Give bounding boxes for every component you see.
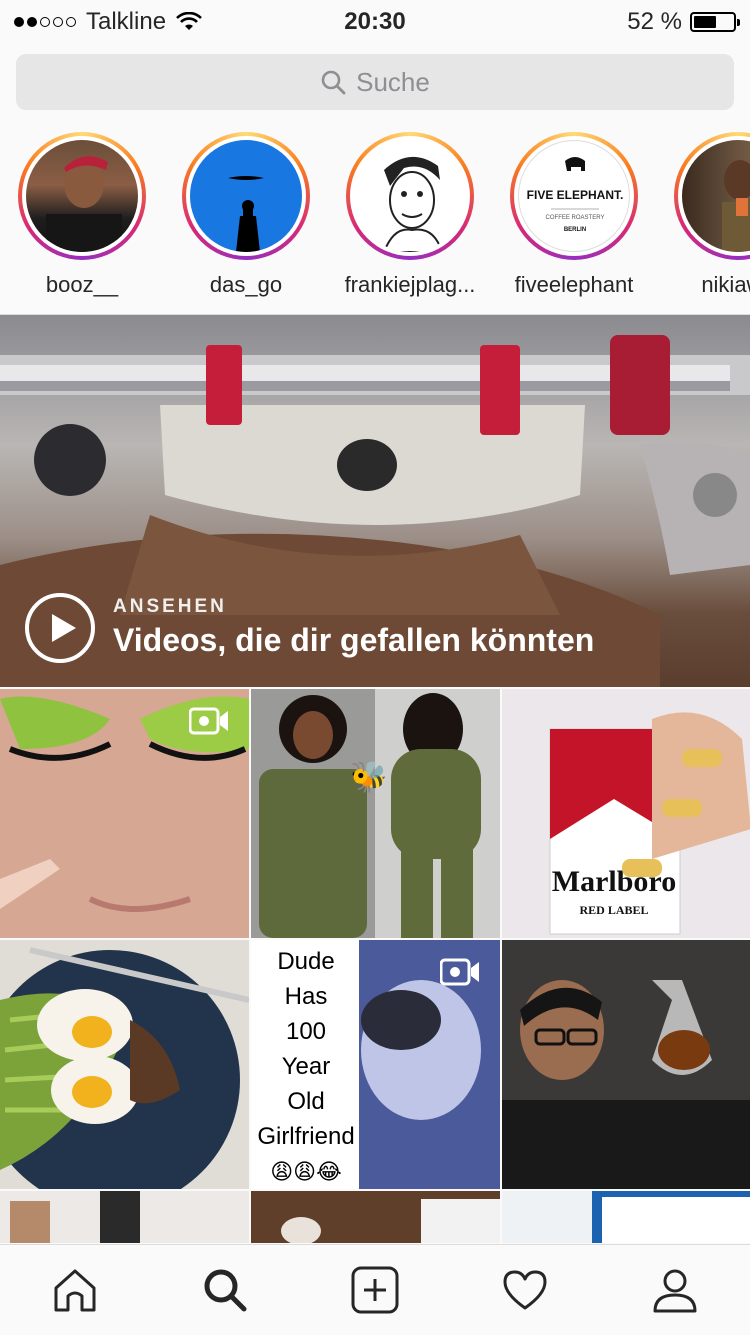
bee-emoji: 🐝 (350, 760, 387, 794)
meme-emoji: 😩😩😂 (270, 1159, 342, 1184)
grid-post[interactable]: 🐝 (251, 689, 500, 938)
video-title: Videos, die dir gefallen könnten (113, 622, 595, 658)
story-nikiawa[interactable]: nikiawa (663, 132, 750, 298)
home-icon (54, 1269, 96, 1312)
story-das-go[interactable]: das_go (171, 132, 321, 298)
grid-post[interactable]: Marlboro RED LABEL (502, 689, 750, 938)
video-banner[interactable]: ANSEHEN Videos, die dir gefallen könnten (0, 315, 750, 687)
video-camera-icon (189, 707, 228, 735)
post-image (502, 1191, 750, 1243)
story-username: nikiawa (701, 272, 750, 297)
post-image (251, 1191, 500, 1243)
status-bar: Talkline 20:30 52 % (0, 0, 750, 42)
elephant-logo: FIVE ELEPHANT. COFFEE ROASTERY BERLIN (527, 157, 624, 233)
profile-icon (653, 1269, 697, 1313)
logo-city: BERLIN (564, 227, 586, 233)
tab-home[interactable] (50, 1265, 100, 1315)
logo-sub: COFFEE ROASTERY (546, 215, 605, 221)
tab-add[interactable] (350, 1265, 400, 1315)
pack-sub: RED LABEL (579, 903, 648, 917)
story-fiveelephant[interactable]: FIVE ELEPHANT. COFFEE ROASTERY BERLIN fi… (499, 132, 649, 298)
avatar (26, 140, 138, 252)
grid-post[interactable] (0, 940, 249, 1189)
logo-text: FIVE ELEPHANT. (527, 188, 624, 202)
avatar: FIVE ELEPHANT. COFFEE ROASTERY BERLIN (518, 140, 630, 252)
post-image (0, 940, 249, 1189)
search-icon (321, 70, 346, 95)
grid-post[interactable] (502, 1191, 750, 1243)
avatar (354, 140, 466, 252)
story-username: fiveelephant (514, 272, 634, 297)
search-icon (204, 1269, 247, 1312)
battery-group: 52 % (627, 8, 740, 36)
story-username: das_go (209, 272, 283, 297)
story-frankiejplag[interactable]: frankiejplag... (335, 132, 485, 298)
video-camera-icon (440, 958, 479, 986)
grid-post[interactable] (251, 1191, 500, 1243)
post-image: 🐝 (251, 689, 500, 938)
tab-profile[interactable] (650, 1265, 700, 1315)
tab-search[interactable] (200, 1265, 250, 1315)
video-kicker: ANSEHEN (113, 596, 227, 617)
play-icon[interactable] (24, 592, 96, 664)
battery-percent: 52 % (627, 8, 682, 35)
battery-icon (690, 12, 740, 32)
search-placeholder: Suche (356, 66, 430, 97)
search-bar[interactable]: Suche (16, 54, 734, 110)
add-icon (351, 1266, 399, 1314)
stories-row: booz__ das_go frankiejplag... FIVE ELEPH… (0, 124, 750, 315)
tab-activity[interactable] (500, 1265, 550, 1315)
story-username: frankiejplag... (344, 272, 476, 297)
post-image: Marlboro RED LABEL (502, 689, 750, 938)
grid-post[interactable] (502, 940, 750, 1189)
story-booz[interactable]: booz__ (7, 132, 157, 298)
post-image (0, 1191, 249, 1243)
grid-post[interactable] (0, 689, 249, 938)
grid-post[interactable]: Dude Has 100 Year Old Girlfriend 😩😩😂 (251, 940, 500, 1189)
grid-post[interactable] (0, 1191, 249, 1243)
tab-bar (0, 1244, 750, 1335)
post-image (502, 940, 750, 1189)
meme-caption: Dude Has 100 Year Old Girlfriend 😩😩😂 (251, 944, 361, 1189)
heart-icon (503, 1270, 547, 1310)
story-username: booz__ (45, 272, 119, 297)
avatar (190, 140, 302, 252)
